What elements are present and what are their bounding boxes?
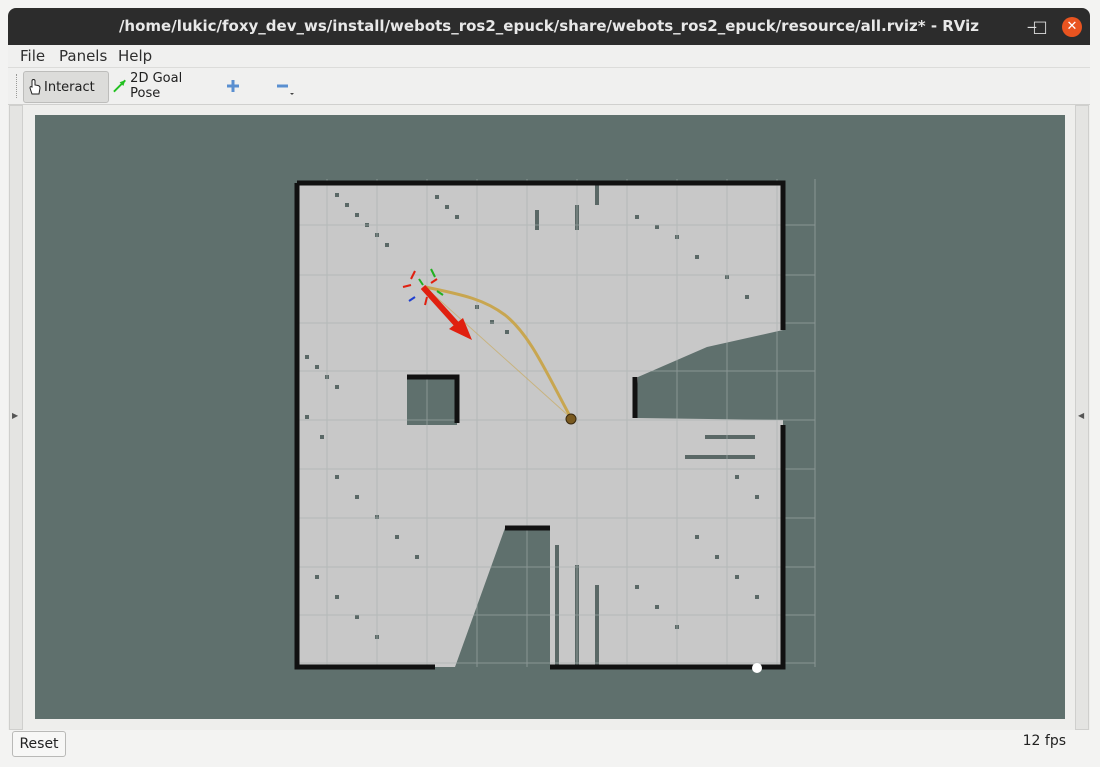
add-tool-button[interactable]: [226, 71, 246, 101]
interact-tool-button[interactable]: Interact: [23, 71, 109, 103]
left-dock-toggle[interactable]: ▶: [9, 105, 23, 730]
hand-cursor-icon: [29, 78, 41, 95]
map-visualization: [294, 179, 816, 673]
goal-pose-tool-button[interactable]: 2D Goal Pose: [112, 71, 212, 101]
close-button[interactable]: ✕: [1062, 17, 1082, 37]
green-arrow-icon: [113, 79, 126, 93]
robot-marker: [565, 413, 577, 425]
reset-button[interactable]: Reset: [12, 731, 66, 757]
menu-help[interactable]: Help: [118, 47, 152, 65]
right-dock-toggle[interactable]: ◀: [1075, 105, 1089, 730]
plus-icon: [227, 80, 239, 92]
window-title: /home/lukic/foxy_dev_ws/install/webots_r…: [118, 17, 980, 35]
title-bar[interactable]: /home/lukic/foxy_dev_ws/install/webots_r…: [8, 8, 1090, 45]
fps-readout: 12 fps: [1022, 733, 1066, 749]
toolbar-grip[interactable]: [16, 74, 20, 98]
origin-marker: [752, 663, 762, 673]
maximize-button[interactable]: □: [1030, 17, 1050, 37]
map-free-space: [297, 183, 783, 667]
minus-icon: [277, 84, 294, 95]
remove-tool-button[interactable]: [274, 71, 300, 101]
rviz-window: /home/lukic/foxy_dev_ws/install/webots_r…: [0, 0, 1100, 767]
3d-render-view[interactable]: [35, 115, 1065, 719]
menu-panels[interactable]: Panels: [59, 47, 107, 65]
tool-bar: Interact 2D Goal Pose: [8, 68, 1090, 105]
expand-left-icon: ▶: [12, 411, 19, 420]
goal-pose-tool-label: 2D Goal Pose: [130, 71, 183, 101]
interact-tool-label: Interact: [44, 79, 95, 95]
map-unknown-pocket: [407, 377, 457, 425]
menu-bar: File Panels Help: [8, 45, 1090, 68]
expand-right-icon: ◀: [1078, 411, 1085, 420]
status-bar: Reset 12 fps: [8, 730, 1090, 758]
menu-file[interactable]: File: [20, 47, 45, 65]
